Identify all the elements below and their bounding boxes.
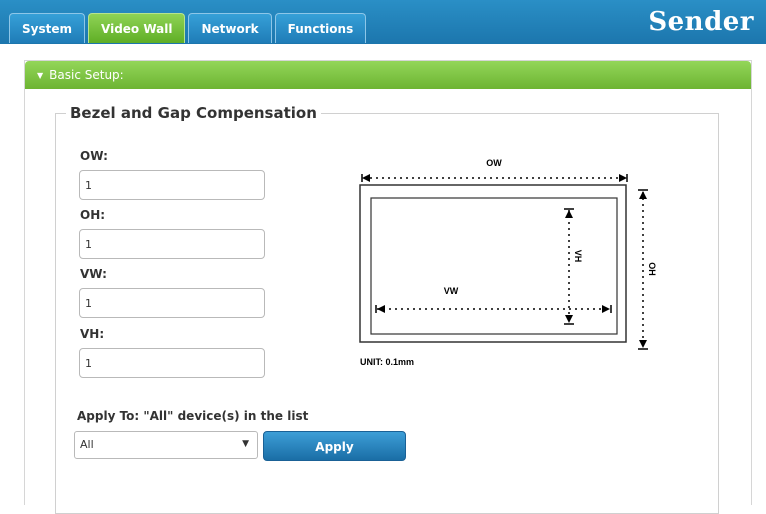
ow-arrow-right <box>619 174 627 182</box>
outer-frame <box>359 184 627 343</box>
bezel-diagram: OW OH VW VH UNIT: 0.1mm <box>359 158 657 367</box>
tab-functions[interactable]: Functions <box>274 13 367 43</box>
unit-label: UNIT: 0.1mm <box>360 357 414 367</box>
panel-title: Basic Setup: <box>49 68 124 82</box>
vh-arrow-top <box>565 210 573 218</box>
oh-label: OH: <box>80 208 106 222</box>
oh-diagram-label: OH <box>647 262 657 276</box>
ow-input[interactable] <box>79 170 265 200</box>
oh-arrow-top <box>639 191 647 199</box>
inner-frame <box>370 197 618 335</box>
oh-input[interactable] <box>79 229 265 259</box>
apply-button[interactable]: Apply <box>263 431 406 461</box>
vw-arrow-left <box>377 305 385 313</box>
top-bar: System Video Wall Network Functions Send… <box>0 0 766 44</box>
vw-diagram-label: VW <box>444 286 459 296</box>
ow-diagram-label: OW <box>486 158 502 168</box>
vh-diagram-label: VH <box>573 250 583 263</box>
ow-label: OW: <box>80 149 108 163</box>
apply-to-label: Apply To: "All" device(s) in the list <box>77 409 309 423</box>
oh-arrow-bottom <box>639 340 647 348</box>
tab-bar: System Video Wall Network Functions <box>9 13 369 43</box>
triangle-down-icon: ▼ <box>37 71 44 80</box>
panel-header[interactable]: ▼ Basic Setup: <box>25 61 751 89</box>
section-title: Bezel and Gap Compensation <box>70 104 317 122</box>
vh-input[interactable] <box>79 348 265 378</box>
tab-video-wall[interactable]: Video Wall <box>88 13 186 43</box>
brand-title: Sender <box>648 7 754 37</box>
vh-arrow-bottom <box>565 315 573 323</box>
tab-system[interactable]: System <box>9 13 85 43</box>
apply-target-select[interactable]: All ▼ <box>74 431 258 459</box>
ow-arrow-left <box>362 174 370 182</box>
vh-label: VH: <box>80 327 105 341</box>
select-value: All <box>80 438 94 451</box>
vw-arrow-right <box>602 305 610 313</box>
tab-network[interactable]: Network <box>188 13 272 43</box>
vw-label: VW: <box>80 267 107 281</box>
vw-input[interactable] <box>79 288 265 318</box>
caret-down-icon: ▼ <box>242 439 249 449</box>
